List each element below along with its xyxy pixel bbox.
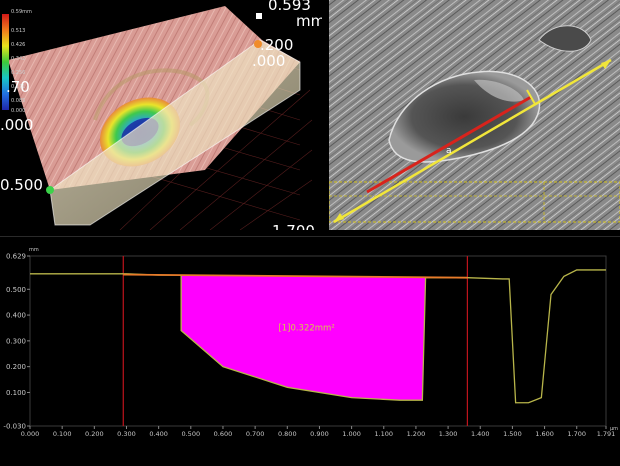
x-tick-label: 0.000 [21,430,40,438]
colorbar-tick: 0.513 [11,28,26,34]
axis-value-right: .000 [252,52,286,70]
x-tick-label: 1.500 [503,430,522,438]
axis-value-lower: 0.500 [0,176,43,194]
colorbar-tick: 0.085 [11,98,26,104]
x-unit-label: μm [610,426,618,432]
x-tick-label: 1.000 [342,430,361,438]
x-tick-label: 0.200 [85,430,104,438]
colorbar-tick: 0.256 [11,70,26,76]
unit-label: mm [296,12,322,30]
colorbar-tick: 0.000 [11,108,26,114]
colorbar-max-label: 0.59mm [11,9,32,15]
x-tick-label: 1.200 [407,430,426,438]
x-tick-label: 0.800 [278,430,297,438]
x-tick-label: 0.500 [181,430,200,438]
area-fill [181,275,426,401]
micrograph-image[interactable] [329,0,620,230]
marker-label: a [446,146,452,156]
x-tick-label: 0.300 [117,430,136,438]
3d-view-panel[interactable]: 0.59mm 0.513 0.426 0.342 0.256 0.171 0.0… [0,0,322,230]
y-tick-label: 0.629 [6,253,26,261]
x-tick-label: 0.600 [214,430,233,438]
y-tick-label: 0.200 [6,363,26,371]
3d-surface-render[interactable] [0,0,322,230]
x-tick-label: 1.700 [567,430,586,438]
x-tick-label: 0.400 [149,430,168,438]
axis-value-left: .70 [6,78,30,96]
colorbar-tick: 0.426 [11,42,26,48]
x-tick-label: 1.400 [471,430,490,438]
x-tick-label: 0.900 [310,430,329,438]
colorbar-tick: 0.342 [11,56,26,62]
corner-marker[interactable] [256,13,262,19]
micrograph-panel[interactable]: a [329,0,620,230]
y-tick-label: 0.100 [6,389,26,397]
y-tick-label: 0.500 [6,286,26,294]
axis-value-left: .000 [0,116,34,134]
x-tick-label: 1.600 [535,430,554,438]
y-tick-label: 0.400 [6,312,26,320]
axis-value-bottom: 1.700 [272,222,315,230]
area-value-label: [1]0.322mm² [278,324,334,334]
x-tick-label: 1.100 [374,430,393,438]
plane-start-marker[interactable] [46,186,54,194]
y-tick-label: 0.300 [6,337,26,345]
x-tick-label: 0.100 [53,430,72,438]
profile-chart-panel[interactable]: 0.629 0.500 0.400 0.300 0.200 0.100 -0.030 0.00… [0,236,620,466]
profile-chart[interactable]: 0.6290.5000.4000.3000.2000.100-0.0300.00… [0,236,620,466]
y-unit-label: mm [29,247,39,253]
x-tick-label: 0.700 [246,430,265,438]
x-tick-label: 1.300 [439,430,458,438]
